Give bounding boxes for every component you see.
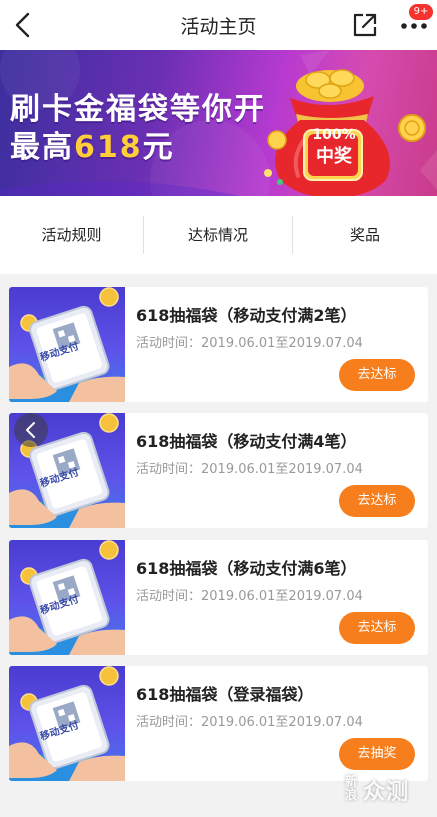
- card-thumbnail: 移动支付: [9, 287, 125, 402]
- banner-subheadline: 最高618元: [10, 130, 175, 165]
- card-time: 活动时间：2019.06.01至2019.07.04: [136, 589, 363, 604]
- go-complete-button[interactable]: 去达标: [339, 485, 415, 517]
- card-title: 618抽福袋（移动支付满6笔）: [136, 559, 357, 578]
- card-time: 活动时间：2019.06.01至2019.07.04: [136, 462, 363, 477]
- activity-card[interactable]: 移动支付 618抽福袋（移动支付满2笔） 活动时间：2019.06.01至201…: [9, 287, 428, 402]
- share-button[interactable]: [351, 11, 379, 39]
- promo-banner[interactable]: 刷卡金福袋等你开 最高618元 100% 中奖: [0, 50, 437, 196]
- watermark-small: 新浪: [345, 774, 358, 802]
- activity-card[interactable]: 移动支付 618抽福袋（移动支付满6笔） 活动时间：2019.06.01至201…: [9, 540, 428, 655]
- tab-rules[interactable]: 活动规则: [0, 196, 143, 274]
- floating-back-button[interactable]: [14, 413, 48, 447]
- chevron-left-icon: [26, 422, 35, 438]
- card-time: 活动时间：2019.06.01至2019.07.04: [136, 715, 363, 730]
- go-complete-button[interactable]: 去达标: [339, 612, 415, 644]
- watermark: 新浪 众测: [345, 772, 433, 808]
- top-nav-bar: 活动主页: [0, 0, 437, 50]
- card-title: 618抽福袋（登录福袋）: [136, 685, 314, 704]
- notification-badge: 9+: [409, 4, 433, 20]
- card-thumbnail: 移动支付: [9, 666, 125, 781]
- card-thumbnail: 移动支付: [9, 540, 125, 655]
- share-external-icon: [353, 13, 377, 37]
- tab-prizes[interactable]: 奖品: [293, 196, 437, 274]
- card-title: 618抽福袋（移动支付满2笔）: [136, 306, 357, 325]
- tab-progress[interactable]: 达标情况: [144, 196, 292, 274]
- go-draw-button[interactable]: 去抽奖: [339, 738, 415, 770]
- bag-label: 100% 中奖: [312, 127, 356, 167]
- watermark-big: 众测: [363, 780, 410, 805]
- card-time: 活动时间：2019.06.01至2019.07.04: [136, 336, 363, 351]
- card-title: 618抽福袋（移动支付满4笔）: [136, 432, 357, 451]
- tab-bar: 活动规则 达标情况 奖品: [0, 196, 437, 274]
- go-complete-button[interactable]: 去达标: [339, 359, 415, 391]
- activity-card[interactable]: 移动支付 618抽福袋（登录福袋） 活动时间：2019.06.01至2019.0…: [9, 666, 428, 781]
- activity-card[interactable]: 移动支付 618抽福袋（移动支付满4笔） 活动时间：2019.06.01至201…: [9, 413, 428, 528]
